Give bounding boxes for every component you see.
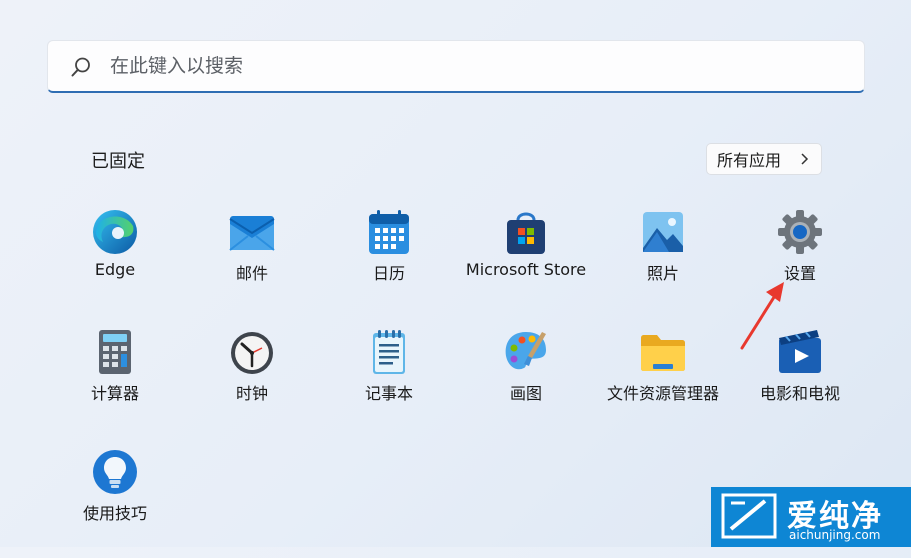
app-tile-tips[interactable]: 使用技巧 (47, 448, 183, 558)
app-label: 日历 (372, 264, 405, 283)
search-input-placeholder[interactable]: 在此键入以搜索 (110, 41, 243, 92)
app-label: Microsoft Store (465, 260, 587, 279)
photos-icon (643, 212, 683, 252)
calculator-icon (99, 330, 131, 374)
app-label: 记事本 (364, 384, 413, 403)
paint-palette-icon (505, 332, 546, 370)
watermark: 爱纯净 aichunjing.com (711, 487, 911, 547)
app-tile-paint[interactable]: 画图 (458, 328, 594, 438)
edge-icon (93, 210, 137, 254)
watermark-logo-icon (721, 493, 777, 539)
app-label: 文件资源管理器 (606, 384, 719, 403)
app-tile-microsoft-store[interactable]: Microsoft Store (458, 208, 594, 318)
all-apps-button[interactable]: 所有应用 (706, 143, 822, 175)
annotation-arrow (740, 282, 784, 350)
app-label: 照片 (646, 264, 679, 283)
gear-icon (778, 210, 822, 254)
app-label: 使用技巧 (82, 504, 147, 523)
notepad-icon (373, 330, 405, 374)
lightbulb-icon (93, 450, 137, 494)
app-tile-edge[interactable]: Edge (47, 208, 183, 318)
app-tile-photos[interactable]: 照片 (595, 208, 731, 318)
chevron-right-icon (801, 153, 809, 165)
folder-icon (641, 335, 685, 371)
pinned-section-title: 已固定 (91, 151, 145, 172)
app-tile-clock[interactable]: 时钟 (184, 328, 320, 438)
app-tile-calculator[interactable]: 计算器 (47, 328, 183, 438)
app-label: Edge (94, 260, 136, 279)
app-label: 电影和电视 (759, 384, 840, 403)
all-apps-label: 所有应用 (717, 151, 782, 170)
calendar-icon (369, 210, 409, 254)
search-icon (71, 57, 90, 77)
clock-icon (231, 332, 273, 374)
app-tile-notepad[interactable]: 记事本 (321, 328, 457, 438)
watermark-url: aichunjing.com (789, 528, 881, 542)
app-tile-mail[interactable]: 邮件 (184, 208, 320, 318)
app-label: 计算器 (90, 384, 139, 403)
mail-icon (229, 216, 275, 251)
app-tile-file-explorer[interactable]: 文件资源管理器 (595, 328, 731, 438)
app-tile-calendar[interactable]: 日历 (321, 208, 457, 318)
app-label: 时钟 (235, 384, 268, 403)
search-box[interactable]: 在此键入以搜索 (47, 40, 865, 93)
store-bag-icon (507, 212, 545, 254)
app-label: 画图 (509, 384, 542, 403)
app-label: 邮件 (235, 264, 268, 283)
